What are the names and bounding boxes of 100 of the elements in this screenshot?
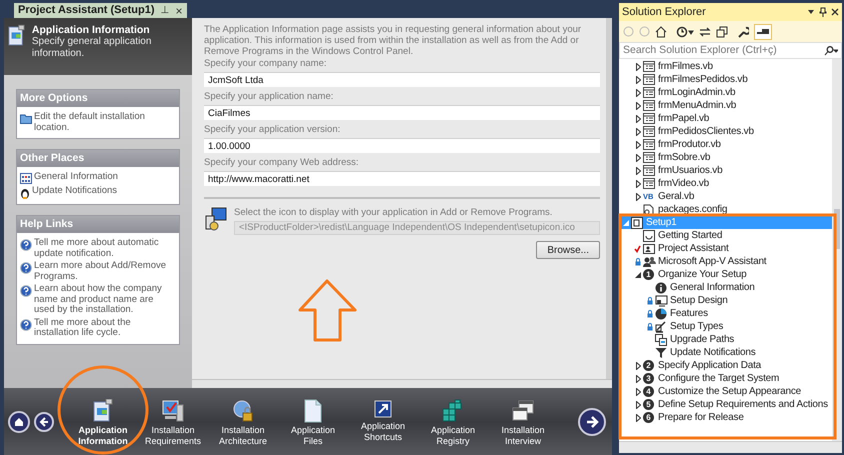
close-button[interactable]: × [176, 4, 183, 16]
expand-arrow-icon[interactable] [636, 102, 641, 110]
tree-item[interactable]: frmPapel.vb [619, 112, 832, 125]
tree-item[interactable]: frmFilmes.vb [619, 60, 832, 73]
tree-item[interactable]: Setup Types [619, 320, 832, 333]
tree-item[interactable]: frmPedidosClientes.vb [619, 125, 832, 138]
tree-item[interactable]: 6 Prepare for Release [619, 411, 832, 424]
form-icon [643, 178, 655, 189]
document-icon [8, 24, 26, 48]
expand-arrow-icon[interactable] [636, 128, 641, 136]
document-icon [92, 399, 114, 423]
tree-item[interactable]: 1 Organize Your Setup [619, 268, 832, 281]
tree-item[interactable]: 4 Customize the Setup Appearance [619, 385, 832, 398]
tree-item[interactable]: frmVideo.vb [619, 177, 832, 190]
form-icon [643, 139, 655, 150]
pencil-icon [655, 320, 667, 332]
nav-item[interactable]: Installation Interview [492, 397, 554, 446]
expand-arrow-icon[interactable] [636, 62, 641, 70]
tree-item[interactable]: Features [619, 307, 832, 320]
form-icon [643, 165, 655, 176]
collapse-icon[interactable] [716, 26, 728, 38]
input-field[interactable]: JcmSoft Ltda [204, 72, 600, 87]
input-field[interactable]: http://www.macoratti.net [204, 171, 600, 186]
tree-item[interactable]: General Information [619, 281, 832, 294]
panel-link[interactable]: Tell me more about automatic update notification. [34, 238, 176, 259]
pin-icon[interactable] [819, 7, 827, 17]
nav-item[interactable]: Installation Requirements [142, 397, 204, 446]
page-title: Application Information [32, 24, 151, 36]
tree-item[interactable]: 3 Configure the Target System [619, 372, 832, 385]
panel-link[interactable]: General Information [34, 172, 118, 182]
tree-item[interactable]: 5 Define Setup Requirements and Actions [619, 398, 832, 411]
expand-arrow-icon[interactable] [636, 374, 641, 382]
document-tab[interactable]: Project Assistant (Setup1) ⊥ × [14, 3, 187, 18]
input-field[interactable]: CiaFilmes [204, 105, 600, 120]
tree-item[interactable]: Getting Started [619, 229, 832, 242]
expand-arrow-icon[interactable] [636, 166, 641, 174]
step-number-icon: 2 [643, 360, 654, 371]
nav-item[interactable]: Application Information [72, 397, 134, 446]
tree-item[interactable]: Update Notifications [619, 346, 832, 359]
panel-link[interactable]: Learn about how the company name and product name are used by the installation. [34, 284, 176, 316]
tree-item[interactable]: frmFilmesPedidos.vb [619, 73, 832, 86]
computer-icon [204, 207, 228, 231]
search-field[interactable]: Search Solution Explorer (Ctrl+ç) [619, 42, 842, 59]
pin-button[interactable]: ⊥ [160, 6, 170, 16]
tree-item[interactable]: Project Assistant [619, 242, 832, 255]
card-title: Other Places [17, 150, 179, 167]
panel-link[interactable]: Learn more about Add/Remove Programs. [34, 261, 176, 282]
setup-project-icon [631, 216, 643, 228]
expand-arrow-icon[interactable] [636, 88, 641, 96]
home-icon[interactable] [655, 26, 667, 38]
preview-toggle[interactable] [754, 24, 772, 40]
file-icon [304, 399, 322, 423]
horizontal-scrollbar[interactable] [619, 441, 842, 453]
step-number-icon: 5 [643, 399, 654, 410]
back-button[interactable] [34, 412, 54, 432]
nav-item[interactable]: Installation Architecture [212, 397, 274, 446]
history-icon[interactable] [676, 26, 694, 38]
expand-arrow-icon[interactable] [636, 192, 641, 200]
field-label: Specify your application version: [204, 124, 342, 135]
tree-item[interactable]: frmLoginAdmin.vb [619, 86, 832, 99]
wrench-icon[interactable] [737, 26, 749, 38]
expand-arrow-icon[interactable] [636, 140, 641, 148]
expand-arrow-icon[interactable] [636, 76, 641, 84]
expand-arrow-icon[interactable] [636, 154, 641, 162]
nav-item[interactable]: Application Files [282, 397, 344, 446]
nav-item[interactable]: Application Registry [422, 397, 484, 446]
tree-item[interactable]: frmUsuarios.vb [619, 164, 832, 177]
panel-link[interactable]: Edit the default installation location. [34, 112, 176, 133]
tree-item[interactable]: Microsoft App-V Assistant [619, 255, 832, 268]
expand-arrow-icon[interactable] [636, 400, 641, 408]
tree-item[interactable]: frmProdutor.vb [619, 138, 832, 151]
expand-arrow-icon[interactable] [636, 388, 641, 396]
input-field[interactable]: 1.00.0000 [204, 138, 600, 153]
tree-item[interactable]: frmSobre.vb [619, 151, 832, 164]
tree-item[interactable]: frmMenuAdmin.vb [619, 99, 832, 112]
tree-item[interactable]: Upgrade Paths [619, 333, 832, 346]
expand-arrow-icon[interactable] [636, 180, 641, 188]
panel-title: Solution Explorer [622, 4, 707, 20]
nav-item[interactable]: Application Shortcuts [352, 397, 414, 446]
browse-button[interactable]: Browse... [536, 241, 600, 259]
expand-arrow-icon[interactable] [636, 362, 641, 370]
expand-arrow-icon[interactable] [636, 114, 641, 122]
next-button[interactable] [578, 408, 606, 436]
home-button[interactable] [8, 410, 30, 432]
tree-item[interactable]: 2 Specify Application Data [619, 359, 832, 372]
expand-arrow-icon[interactable] [636, 414, 641, 422]
field-label: Specify your application name: [204, 91, 334, 102]
horizontal-scrollbar[interactable] [192, 379, 612, 388]
collapse-arrow-icon[interactable] [635, 272, 641, 278]
close-icon[interactable] [831, 8, 839, 16]
page-subtitle: Specify general application information. [32, 36, 152, 60]
tree-item[interactable]: Setup Design [619, 294, 832, 307]
tree-item[interactable]: packages.config [619, 203, 832, 216]
panel-link[interactable]: Tell me more about the installation life cycle. [34, 318, 176, 338]
windows-icon [655, 334, 667, 346]
field-label: Specify your company Web address: [204, 157, 360, 168]
penguin-icon [20, 187, 30, 199]
dropdown-icon[interactable] [807, 8, 815, 16]
panel-link[interactable]: Update Notifications [32, 186, 118, 196]
sync-icon[interactable] [699, 26, 711, 38]
